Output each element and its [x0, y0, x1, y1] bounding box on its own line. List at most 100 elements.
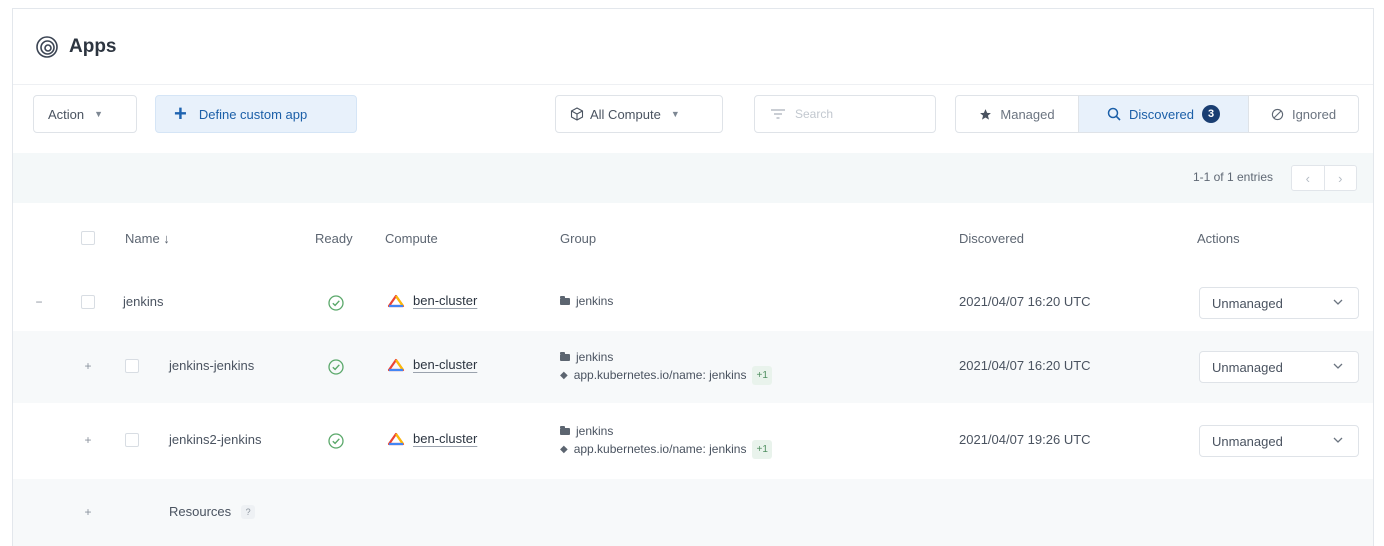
compute-cell: ben-cluster [387, 293, 477, 308]
table-row: + jenkins-jenkins ben-cluster jenkins ◆ … [13, 331, 1373, 403]
group-cell: jenkins ◆ app.kubernetes.io/name: jenkin… [560, 423, 772, 459]
compute-link[interactable]: ben-cluster [413, 293, 477, 308]
entries-count: 1-1 of 1 entries [1192, 170, 1273, 184]
star-icon [980, 108, 992, 120]
action-dropdown[interactable]: Action ▼ [33, 95, 137, 133]
app-action-dropdown[interactable]: Unmanaged [1199, 425, 1359, 457]
caret-down-icon: ▼ [670, 109, 680, 119]
ready-check-icon [328, 359, 344, 375]
chevron-down-icon [1333, 363, 1343, 369]
more-labels-chip[interactable]: +1 [752, 440, 772, 459]
app-action-dropdown[interactable]: Unmanaged [1199, 351, 1359, 383]
pager: ‹ › [1291, 165, 1357, 191]
group-cell: jenkins [560, 294, 613, 308]
expand-row-button[interactable]: + [81, 433, 95, 447]
apps-panel: Apps Action ▼ + Define custom app All Co… [12, 8, 1374, 546]
discovered-time: 2021/04/07 19:26 UTC [959, 432, 1091, 447]
row-checkbox[interactable] [125, 359, 139, 373]
app-action-label: Unmanaged [1212, 359, 1283, 375]
ban-icon [1271, 108, 1284, 120]
group-namespace: jenkins [576, 350, 614, 364]
define-custom-app-button[interactable]: + Define custom app [155, 95, 357, 133]
group-label-line: ◆ app.kubernetes.io/name: jenkins +1 [560, 366, 772, 385]
prev-page-button[interactable]: ‹ [1292, 166, 1325, 190]
define-custom-app-label: Define custom app [198, 106, 308, 122]
search-input[interactable] [795, 107, 915, 121]
table-header-row: Name ↓ Ready Compute Group Discovered Ac… [13, 203, 1373, 275]
app-name: jenkins2-jenkins [169, 432, 262, 447]
action-label: Action [48, 106, 85, 122]
resources-label: Resources [169, 504, 232, 519]
group-label-line: ◆ app.kubernetes.io/name: jenkins +1 [560, 440, 772, 459]
compute-link[interactable]: ben-cluster [413, 357, 477, 372]
compute-filter-dropdown[interactable]: All Compute ▼ [555, 95, 723, 133]
group-label: app.kubernetes.io/name: jenkins [573, 368, 747, 382]
resources-cell: Resources ? [169, 504, 256, 519]
tab-managed[interactable]: Managed [956, 96, 1079, 132]
tag-icon: ◆ [560, 444, 568, 455]
toolbar: Action ▼ + Define custom app All Compute… [13, 95, 1373, 135]
column-header-compute: Compute [385, 231, 438, 246]
compute-filter-label: All Compute [590, 106, 661, 122]
gcp-cloud-icon [387, 294, 405, 307]
apps-swirl-icon [36, 35, 58, 58]
app-action-dropdown[interactable]: Unmanaged [1199, 287, 1359, 319]
gcp-cloud-icon [387, 432, 405, 445]
gcp-cloud-icon [387, 358, 405, 371]
app-name: jenkins [123, 294, 164, 309]
column-header-group: Group [560, 231, 597, 246]
cube-icon [570, 107, 584, 121]
collapse-row-button[interactable]: − [32, 295, 46, 309]
tab-ignored[interactable]: Ignored [1249, 96, 1358, 132]
app-name: jenkins-jenkins [169, 358, 255, 373]
ready-check-icon [328, 433, 344, 449]
column-header-ready: Ready [315, 231, 353, 246]
chevron-down-icon [1333, 437, 1343, 443]
discovered-time: 2021/04/07 16:20 UTC [959, 358, 1091, 373]
column-header-name[interactable]: Name ↓ [125, 231, 170, 246]
folder-icon [560, 295, 570, 305]
filter-icon [771, 109, 785, 119]
expand-row-button[interactable]: + [81, 359, 95, 373]
app-action-label: Unmanaged [1212, 433, 1283, 449]
plus-icon: + [174, 101, 187, 126]
column-header-actions: Actions [1197, 231, 1240, 246]
compute-cell: ben-cluster [387, 431, 477, 446]
discovered-time: 2021/04/07 16:20 UTC [959, 294, 1091, 309]
tab-managed-label: Managed [1000, 106, 1055, 122]
group-namespace: jenkins [576, 294, 614, 308]
compute-link[interactable]: ben-cluster [413, 431, 477, 446]
compute-cell: ben-cluster [387, 357, 477, 372]
folder-icon [560, 426, 570, 435]
table-row: + Resources ? [13, 479, 1373, 546]
group-namespace: jenkins [576, 424, 614, 438]
tab-discovered-label: Discovered [1128, 106, 1195, 122]
app-status-tabs: Managed Discovered 3 Ignored [955, 95, 1359, 133]
tag-icon: ◆ [560, 370, 568, 381]
page-header: Apps [13, 9, 1373, 85]
discovered-count-badge: 3 [1202, 105, 1221, 123]
group-label: app.kubernetes.io/name: jenkins [573, 442, 747, 456]
next-page-button[interactable]: › [1325, 166, 1357, 190]
more-labels-chip[interactable]: +1 [752, 366, 772, 385]
tab-ignored-label: Ignored [1291, 106, 1337, 122]
search-box [754, 95, 936, 133]
row-checkbox[interactable] [125, 433, 139, 447]
select-all-checkbox[interactable] [81, 231, 95, 245]
app-action-label: Unmanaged [1212, 295, 1283, 311]
search-icon [1107, 107, 1121, 121]
caret-down-icon: ▼ [94, 109, 104, 119]
group-namespace-line: jenkins [560, 423, 613, 440]
chevron-down-icon [1333, 299, 1343, 305]
tab-discovered[interactable]: Discovered 3 [1079, 96, 1249, 132]
column-header-discovered: Discovered [959, 231, 1025, 246]
expand-resources-button[interactable]: + [81, 505, 95, 519]
page-title: Apps [69, 35, 117, 57]
ready-check-icon [328, 295, 344, 311]
group-cell: jenkins ◆ app.kubernetes.io/name: jenkin… [560, 349, 772, 385]
group-namespace-line: jenkins [560, 349, 613, 366]
folder-icon [560, 352, 570, 361]
row-checkbox[interactable] [81, 295, 95, 309]
help-icon[interactable]: ? [241, 504, 256, 519]
table-row: + jenkins2-jenkins ben-cluster jenkins ◆… [13, 403, 1373, 479]
